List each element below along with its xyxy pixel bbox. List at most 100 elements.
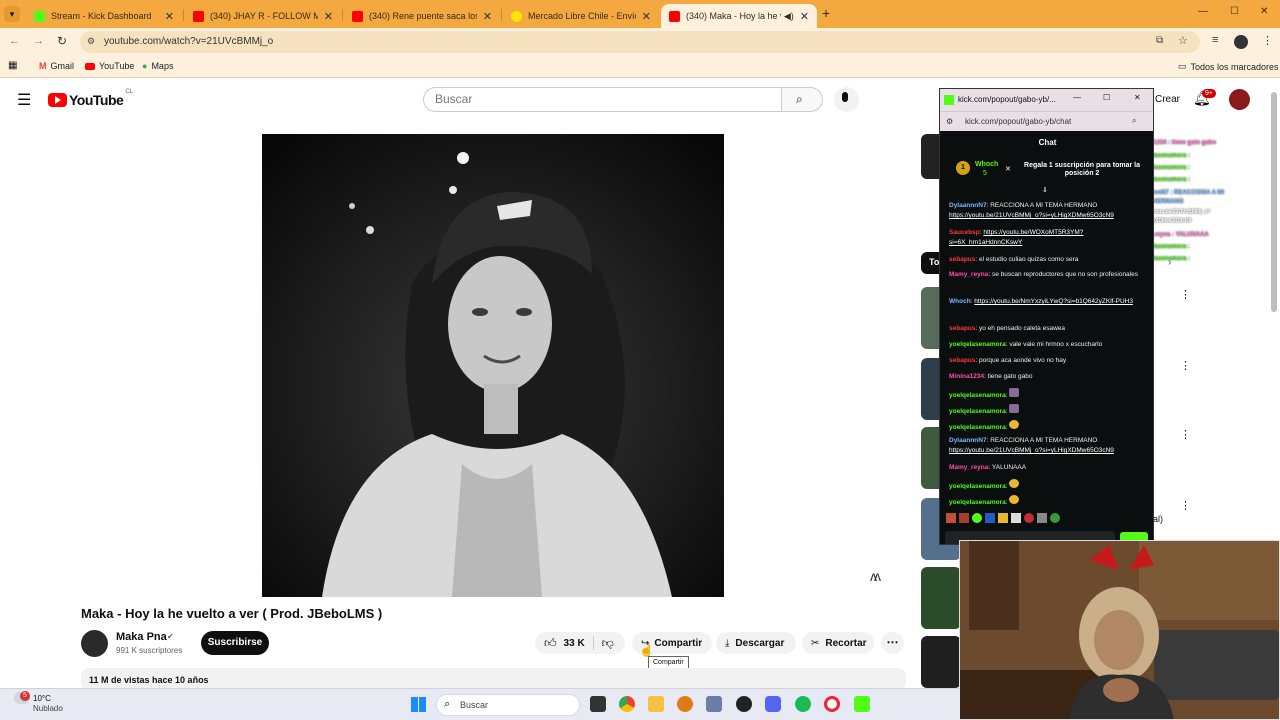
chat-username[interactable]: Mamy_reyna [949,271,988,278]
speaker-icon[interactable]: ◀) [784,11,794,22]
recommendation-thumbnail[interactable] [921,567,961,629]
maximize-icon[interactable]: ☐ [1103,93,1110,102]
browser-tab[interactable]: Stream - Kick Dashboard ✕ [26,4,182,28]
more-options-icon[interactable]: ⋮ [1180,359,1191,372]
address-bar[interactable]: ⚙ youtube.com/watch?v=21UVcBMMj_o ⧉ ☆ [80,31,1200,53]
close-icon[interactable]: ✕ [165,10,174,23]
chat-username[interactable]: sebapus [949,256,975,263]
chat-username[interactable]: yoelqelasenamora [949,424,1006,431]
bookmark-gmail[interactable]: M Gmail [39,61,74,71]
description-box[interactable]: 11 M de vistas hace 10 años [81,668,906,690]
profile-avatar[interactable] [1234,35,1248,49]
task-view-icon[interactable] [590,696,606,712]
channel-avatar[interactable] [81,630,108,657]
taskbar-search[interactable]: ⌕ Buscar [436,694,580,716]
close-icon[interactable]: ✕ [642,10,651,23]
back-icon[interactable]: ← [9,35,20,47]
like-count[interactable]: 33 K [564,638,585,649]
apps-grid-icon[interactable]: ▦ [8,60,17,71]
more-options-icon[interactable]: ⋮ [1180,428,1191,441]
popout-url[interactable]: kick.com/popout/gabo-yb/chat [965,117,1071,126]
minimize-icon[interactable]: — [1198,6,1208,17]
close-icon[interactable]: ✕ [324,10,333,23]
opera-icon[interactable] [824,696,840,712]
site-info-icon[interactable]: ⚙ [87,36,95,47]
gift-prompt[interactable]: Regala 1 suscripción para tomar la posic… [1019,162,1145,178]
app-icon[interactable] [736,696,752,712]
chat-username[interactable]: yoelqelasenamora [949,483,1006,490]
media-control-icon[interactable]: ≡ [1212,34,1218,46]
page-scrollbar[interactable] [1271,92,1277,312]
bookmark-maps[interactable]: ● Maps [142,61,173,71]
reload-icon[interactable]: ↻ [57,34,67,48]
emote-bar[interactable] [946,513,1096,525]
emote-icon[interactable] [1050,513,1060,523]
channel-name[interactable]: Maka Pna [116,631,167,643]
chat-link[interactable]: https://youtu.be/21UVcBMMj_o?si=yLHigXDM… [949,447,1114,454]
scroll-down-icon[interactable]: ⇓ [1042,186,1048,194]
emote-icon[interactable] [1011,513,1021,523]
close-icon[interactable]: ✕ [483,10,492,23]
chrome-icon[interactable] [619,696,635,712]
discord-icon[interactable] [765,696,781,712]
chat-username[interactable]: yoelqelasenamora [949,499,1006,506]
close-icon[interactable]: ✕ [800,10,809,23]
zoom-icon[interactable]: ⌕ [1132,116,1136,126]
chat-username[interactable]: DylaannnN7 [949,437,987,444]
bookmark-youtube[interactable]: YouTube [85,61,134,71]
chat-link[interactable]: https://youtu.be/21UVcBMMj_o?si=yLHigXDM… [949,212,1114,219]
new-tab-button[interactable]: + [822,5,830,21]
more-actions-button[interactable]: ⋯ [881,632,904,654]
weather-temp[interactable]: 10°C [33,694,51,703]
emote-icon[interactable] [998,513,1008,523]
chat-username[interactable]: Whoch [949,298,971,305]
emote-icon[interactable] [972,513,982,523]
chat-username[interactable]: DylaannnN7 [949,202,987,209]
create-button[interactable]: Crear [1155,94,1180,105]
window-close-icon[interactable]: ✕ [1260,6,1268,17]
windows-start-icon[interactable] [411,697,426,712]
browser-tab[interactable]: (340) JHAY R - FOLLOW ME - Y ✕ [185,4,341,28]
video-player[interactable] [262,134,724,597]
emote-icon[interactable] [985,513,995,523]
search-button[interactable]: ⌕ [781,87,823,112]
download-button[interactable]: ⤓ Descargar [716,632,796,654]
chat-username[interactable]: Saucebsp [949,229,980,236]
install-icon[interactable]: ⧉ [1156,35,1163,46]
chat-username[interactable]: Mamy_reyna [949,464,988,471]
subscribe-button[interactable]: Suscribirse [201,631,269,655]
emote-icon[interactable] [1037,513,1047,523]
chat-username[interactable]: Minina1234 [949,373,984,380]
weather-desc[interactable]: Nublado [33,704,63,713]
emote-icon[interactable] [946,513,956,523]
browser-tab[interactable]: Mercado Libre Chile - Envíos G ✕ [503,4,659,28]
browser-tab[interactable]: (340) Rene puente saca los pas ✕ [344,4,500,28]
chat-username[interactable]: yoelqelasenamora [949,341,1006,348]
youtube-logo[interactable]: YouTube CL [48,89,133,108]
recommendation-thumbnail[interactable] [921,636,961,688]
all-bookmarks[interactable]: ▭ Todos los marcadores [1178,61,1279,72]
spotify-icon[interactable] [795,696,811,712]
browser-tab-active[interactable]: (340) Maka - Hoy la he vuel ◀) ✕ [661,4,817,28]
dislike-icon[interactable]: 👎︎ [602,636,614,651]
close-icon[interactable]: ✕ [1005,165,1011,173]
close-icon[interactable]: ✕ [1134,93,1141,102]
emote-icon[interactable] [1024,513,1034,523]
url-text[interactable]: youtube.com/watch?v=21UVcBMMj_o [104,36,273,47]
kick-icon[interactable] [854,696,870,712]
maximize-icon[interactable]: ☐ [1230,6,1239,17]
hamburger-menu-icon[interactable]: ☰ [17,90,31,110]
tab-search-button[interactable]: ▾ [4,6,20,22]
chat-username[interactable]: yoelqelasenamora [949,408,1006,415]
emote-icon[interactable] [959,513,969,523]
chat-username[interactable]: yoelqelasenamora [949,392,1006,399]
file-explorer-icon[interactable] [648,696,664,712]
chat-username[interactable]: sebapus [949,325,975,332]
more-options-icon[interactable]: ⋮ [1180,499,1191,512]
minimize-icon[interactable]: — [1073,93,1081,102]
menu-icon[interactable]: ⋮ [1262,34,1273,47]
chat-username[interactable]: sebapus [949,357,975,364]
star-icon[interactable]: ☆ [1178,34,1188,47]
voice-search-button[interactable] [834,87,859,112]
chip-label[interactable]: To [921,252,941,274]
